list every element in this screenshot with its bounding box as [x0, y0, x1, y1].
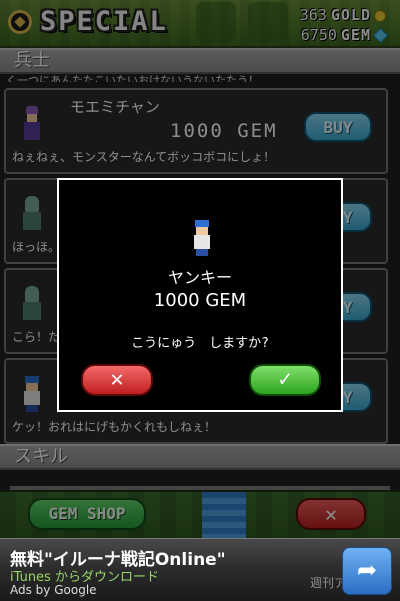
purchase-confirm-dialog: ヤンキー 1000 GEM こうにゅう しますか? ✕ ✓: [57, 178, 343, 412]
ad-banner[interactable]: 無料"イルーナ戦記Online" iTunes からダウンロード Ads by …: [0, 538, 400, 601]
share-arrow-icon[interactable]: ➦: [342, 547, 392, 595]
ad-attribution: Ads by Google: [10, 583, 97, 597]
dialog-question: こうにゅう しますか?: [131, 336, 269, 351]
cancel-button[interactable]: ✕: [81, 364, 153, 396]
dialog-character-name: ヤンキー: [167, 268, 232, 287]
watermark: 週刊ア: [310, 576, 347, 590]
confirm-button[interactable]: ✓: [249, 364, 321, 396]
dialog-price: 1000 GEM: [153, 290, 247, 311]
character-sprite-icon: [190, 220, 214, 256]
